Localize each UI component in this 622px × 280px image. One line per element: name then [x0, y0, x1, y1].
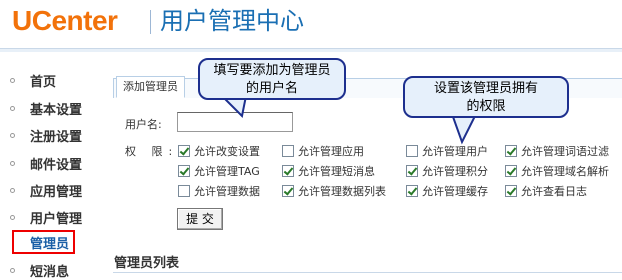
permissions-label: 权 限: [125, 145, 179, 158]
callout-text: 设置该管理员拥有的权限 [433, 81, 538, 114]
app-title: 用户管理中心 [160, 7, 304, 35]
permission-manage-messages[interactable]: 允许管理短消息 [282, 163, 375, 179]
tab-add-admin[interactable]: 添加管理员 [116, 76, 185, 98]
permission-manage-credits[interactable]: 允许管理积分 [406, 163, 488, 179]
sidebar-item-label: 应用管理 [30, 184, 83, 200]
sidebar-item-administrators[interactable]: 管理员 [12, 230, 75, 254]
checkbox[interactable] [178, 145, 190, 157]
sidebar: 首页 基本设置 注册设置 邮件设置 应用管理 用户管理 管理员 短消息 [0, 58, 100, 280]
permissions-callout: 设置该管理员拥有的权限 [403, 76, 569, 118]
bullet-icon [10, 187, 15, 193]
permission-manage-cache[interactable]: 允许管理缓存 [406, 183, 488, 199]
bullet-icon [10, 214, 15, 220]
sidebar-item-label: 用户管理 [30, 211, 83, 227]
checkbox[interactable] [505, 185, 517, 197]
sidebar-item-basic-settings[interactable]: 基本设置 [10, 96, 100, 120]
permission-manage-data-list[interactable]: 允许管理数据列表 [282, 183, 386, 199]
bullet-icon [10, 267, 15, 273]
checkbox[interactable] [505, 145, 517, 157]
username-callout: 填写要添加为管理员的用户名 [198, 58, 346, 100]
bullet-icon [10, 77, 15, 83]
header: UCenter 用户管理中心 [0, 0, 622, 44]
permission-label: 允许改变设置 [194, 145, 260, 158]
checkbox[interactable] [282, 145, 294, 157]
sidebar-item-label: 基本设置 [30, 102, 83, 118]
permission-manage-domain[interactable]: 允许管理域名解析 [505, 163, 609, 179]
username-label: 用户名: [125, 118, 162, 131]
permission-change-settings[interactable]: 允许改变设置 [178, 143, 260, 159]
permission-label: 允许管理用户 [422, 145, 488, 158]
permission-label: 允许管理域名解析 [521, 165, 609, 178]
permission-label: 允许管理积分 [422, 165, 488, 178]
submit-button[interactable]: 提 交 [177, 208, 223, 230]
permission-label: 允许管理TAG [194, 165, 260, 178]
admin-list-divider [113, 272, 622, 273]
sidebar-item-label: 注册设置 [30, 129, 83, 145]
sidebar-item-label: 邮件设置 [30, 157, 83, 173]
bullet-icon [10, 132, 15, 138]
sidebar-item-home[interactable]: 首页 [10, 68, 100, 92]
permission-manage-word-filter[interactable]: 允许管理词语过滤 [505, 143, 609, 159]
checkbox[interactable] [406, 145, 418, 157]
ucenter-logo: UCenter [12, 5, 118, 36]
checkbox[interactable] [505, 165, 517, 177]
permission-label: 允许查看日志 [521, 185, 587, 198]
permission-view-logs[interactable]: 允许查看日志 [505, 183, 587, 199]
permission-manage-tag[interactable]: 允许管理TAG [178, 163, 260, 179]
header-separator [0, 48, 622, 52]
permission-label: 允许管理词语过滤 [521, 145, 609, 158]
callout-text: 填写要添加为管理员的用户名 [213, 63, 331, 96]
sidebar-item-label: 首页 [30, 74, 57, 90]
sidebar-item-messages[interactable]: 短消息 [10, 258, 100, 280]
permission-label: 允许管理数据 [194, 185, 260, 198]
permission-manage-data[interactable]: 允许管理数据 [178, 183, 260, 199]
sidebar-item-app-management[interactable]: 应用管理 [10, 178, 100, 202]
permission-manage-apps[interactable]: 允许管理应用 [282, 143, 364, 159]
checkbox[interactable] [282, 185, 294, 197]
bullet-icon [10, 160, 15, 166]
sidebar-item-registration-settings[interactable]: 注册设置 [10, 123, 100, 147]
permission-label: 允许管理缓存 [422, 185, 488, 198]
callout-pointer [450, 112, 478, 145]
checkbox[interactable] [282, 165, 294, 177]
checkbox[interactable] [178, 185, 190, 197]
sidebar-item-label: 管理员 [30, 236, 70, 252]
header-divider [150, 10, 151, 34]
permission-label: 允许管理短消息 [298, 165, 375, 178]
checkbox[interactable] [406, 165, 418, 177]
bullet-icon [10, 105, 15, 111]
sidebar-item-user-management[interactable]: 用户管理 [10, 205, 100, 229]
checkbox[interactable] [178, 165, 190, 177]
admin-list-title: 管理员列表 [114, 256, 180, 271]
sidebar-item-label: 短消息 [30, 264, 70, 280]
sidebar-item-mail-settings[interactable]: 邮件设置 [10, 151, 100, 175]
checkbox[interactable] [406, 185, 418, 197]
permission-label: 允许管理应用 [298, 145, 364, 158]
permission-label: 允许管理数据列表 [298, 185, 386, 198]
permission-manage-users[interactable]: 允许管理用户 [406, 143, 488, 159]
